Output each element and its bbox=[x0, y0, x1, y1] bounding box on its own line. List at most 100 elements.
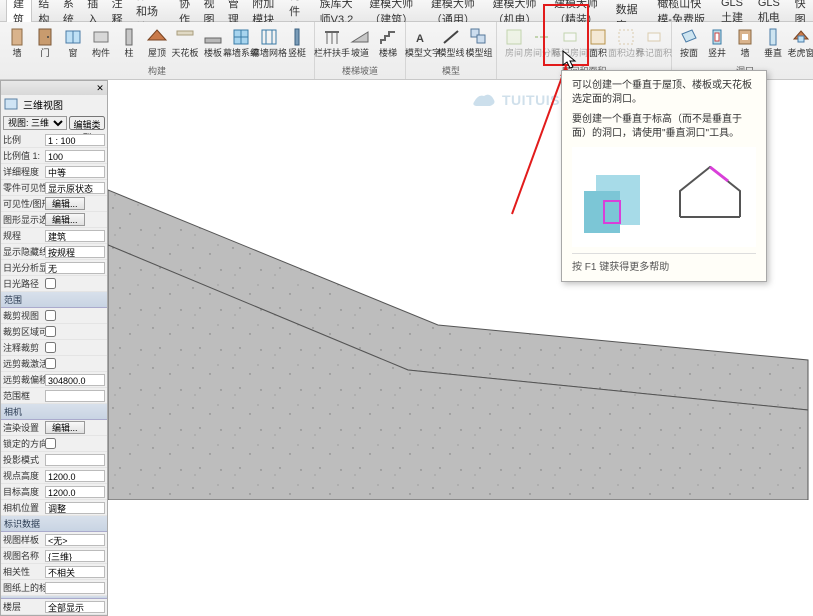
rbtn-label: 天花板 bbox=[172, 49, 199, 58]
curtain-grid-button[interactable]: 幕墙网格 bbox=[256, 24, 282, 60]
rbtn-label: 老虎窗 bbox=[788, 49, 813, 58]
prop-key: 范围框 bbox=[3, 389, 45, 402]
close-icon[interactable]: ✕ bbox=[95, 83, 105, 94]
rbtn-label: 屋顶 bbox=[148, 49, 166, 58]
prop-checkbox[interactable] bbox=[45, 342, 56, 353]
prop-value[interactable]: 按规程 bbox=[45, 246, 105, 258]
prop-value[interactable]: {三维} bbox=[45, 550, 105, 562]
prop-value[interactable]: 显示原状态 bbox=[45, 182, 105, 194]
prop-row: 图形显示选项编辑... bbox=[1, 212, 107, 228]
prop-row: 目标高度1200.0 bbox=[1, 484, 107, 500]
ramp-button[interactable]: 坡道 bbox=[347, 24, 373, 60]
prop-row: 视点高度1200.0 bbox=[1, 468, 107, 484]
model-line-icon bbox=[440, 26, 462, 48]
type-selector[interactable]: 视图: 三维 bbox=[3, 116, 67, 130]
prop-value[interactable]: 304800.0 bbox=[45, 374, 105, 386]
model-line-button[interactable]: 模型线 bbox=[438, 24, 464, 60]
ceiling-icon bbox=[174, 26, 196, 48]
stair-button[interactable]: 楼梯 bbox=[375, 24, 401, 60]
wall-op-button[interactable]: 墙 bbox=[732, 24, 758, 60]
window-button[interactable]: 窗 bbox=[60, 24, 86, 60]
prop-value[interactable]: 无 bbox=[45, 262, 105, 274]
prop-value[interactable] bbox=[45, 582, 105, 594]
prop-value[interactable]: 100 bbox=[45, 150, 105, 162]
prop-key: 可见性/图形替换 bbox=[3, 197, 45, 210]
roof-icon bbox=[146, 26, 168, 48]
vertical-button[interactable]: 垂直 bbox=[760, 24, 786, 60]
model-group-icon bbox=[468, 26, 490, 48]
prop-checkbox[interactable] bbox=[45, 326, 56, 337]
rbtn-label: 模型组 bbox=[466, 49, 493, 58]
prop-key: 远剪裁激活 bbox=[3, 357, 45, 370]
rbtn-label: 门 bbox=[40, 49, 49, 58]
prop-key: 显示隐藏线 bbox=[3, 245, 45, 258]
prop-row: 视图名称{三维} bbox=[1, 548, 107, 564]
dormer-button[interactable]: 老虎窗 bbox=[788, 24, 813, 60]
prop-key: 日光分析显示样式 bbox=[3, 261, 45, 274]
prop-key: 相机位置 bbox=[3, 501, 45, 514]
prop-value[interactable] bbox=[45, 454, 105, 466]
area-icon bbox=[587, 26, 609, 48]
edit-type-button[interactable]: 编辑类型 bbox=[69, 116, 105, 130]
prop-row: 比例1 : 100 bbox=[1, 132, 107, 148]
rbtn-label: 按面 bbox=[680, 49, 698, 58]
door-button[interactable]: 门 bbox=[32, 24, 58, 60]
prop-value[interactable]: 全部显示 bbox=[45, 601, 105, 613]
prop-key: 规程 bbox=[3, 229, 45, 242]
area-bdy-icon bbox=[615, 26, 637, 48]
prop-key: 比例值 1: bbox=[3, 149, 45, 162]
wall-button[interactable]: 墙 bbox=[4, 24, 30, 60]
model-group-button[interactable]: 模型组 bbox=[466, 24, 492, 60]
rbtn-label: 标记面积 bbox=[636, 49, 672, 58]
rbtn-label: 竖井 bbox=[708, 49, 726, 58]
column-button[interactable]: 柱 bbox=[116, 24, 142, 60]
model-text-button[interactable]: A模型文字 bbox=[410, 24, 436, 60]
prop-checkbox[interactable] bbox=[45, 358, 56, 369]
tag-room-button: 标记房间 bbox=[557, 24, 583, 60]
mullion-button[interactable]: 竖梃 bbox=[284, 24, 310, 60]
prop-key: 零件可见性 bbox=[3, 181, 45, 194]
prop-section-2: 相机 bbox=[1, 404, 107, 420]
by-face-icon bbox=[678, 26, 700, 48]
prop-edit-button[interactable]: 编辑... bbox=[45, 213, 85, 226]
prop-edit-button[interactable]: 编辑... bbox=[45, 421, 85, 434]
prop-value[interactable]: 不相关 bbox=[45, 566, 105, 578]
tag-area-button: 标记面积 bbox=[641, 24, 667, 60]
tooltip-desc1: 可以创建一个垂直于屋顶、楼板或天花板选定面的洞口。 bbox=[572, 79, 756, 107]
prop-value[interactable]: 1200.0 bbox=[45, 470, 105, 482]
prop-checkbox[interactable] bbox=[45, 310, 56, 321]
prop-row: 裁剪区域可见 bbox=[1, 324, 107, 340]
rbtn-label: 构件 bbox=[92, 49, 110, 58]
wall-op-icon bbox=[734, 26, 756, 48]
component-icon bbox=[90, 26, 112, 48]
prop-value[interactable]: 建筑 bbox=[45, 230, 105, 242]
curtain-system-icon bbox=[230, 26, 252, 48]
prop-checkbox[interactable] bbox=[45, 278, 56, 289]
roof-button[interactable]: 屋顶 bbox=[144, 24, 170, 60]
prop-row: 日光分析显示样式无 bbox=[1, 260, 107, 276]
prop-value[interactable]: 调整 bbox=[45, 502, 105, 514]
prop-row: 相关性不相关 bbox=[1, 564, 107, 580]
prop-row: 零件可见性显示原状态 bbox=[1, 180, 107, 196]
by-face-button[interactable]: 按面 bbox=[676, 24, 702, 60]
rbtn-label: 房间 bbox=[505, 49, 523, 58]
prop-edit-button[interactable]: 编辑... bbox=[45, 197, 85, 210]
door-icon bbox=[34, 26, 56, 48]
window-icon bbox=[62, 26, 84, 48]
prop-value[interactable]: 1200.0 bbox=[45, 486, 105, 498]
prop-value[interactable] bbox=[45, 390, 105, 402]
railing-button[interactable]: 栏杆扶手 bbox=[319, 24, 345, 60]
prop-value[interactable]: 1 : 100 bbox=[45, 134, 105, 146]
view3d-icon bbox=[3, 97, 21, 111]
prop-key: 裁剪区域可见 bbox=[3, 325, 45, 338]
component-button[interactable]: 构件 bbox=[88, 24, 114, 60]
tooltip: 可以创建一个垂直于屋顶、楼板或天花板选定面的洞口。 要创建一个垂直于标高（而不是… bbox=[561, 70, 767, 282]
prop-checkbox[interactable] bbox=[45, 438, 56, 449]
wall-icon bbox=[6, 26, 28, 48]
prop-value[interactable]: 中等 bbox=[45, 166, 105, 178]
tag-room-icon bbox=[559, 26, 581, 48]
shaft-button[interactable]: 竖井 bbox=[704, 24, 730, 60]
ceiling-button[interactable]: 天花板 bbox=[172, 24, 198, 60]
prop-value[interactable]: <无> bbox=[45, 534, 105, 546]
prop-key: 图纸上的标题 bbox=[3, 581, 45, 594]
